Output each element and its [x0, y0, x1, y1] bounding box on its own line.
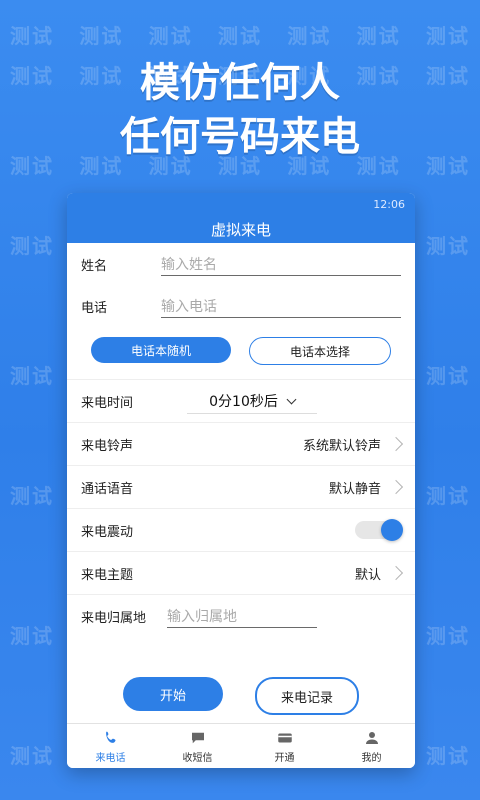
call-time-value: 0分10秒后	[209, 394, 278, 410]
phone-label: 电话	[81, 300, 108, 316]
status-time: 12:06	[373, 197, 405, 211]
phone-input[interactable]: 输入电话	[161, 295, 401, 318]
chevron-right-icon	[388, 565, 404, 581]
call-time-row[interactable]: 来电时间 0分10秒后	[67, 379, 415, 422]
app-title: 虚拟来电	[210, 220, 271, 239]
chat-bubble-icon	[191, 732, 204, 743]
chevron-right-icon	[388, 479, 404, 495]
chevron-down-icon	[286, 394, 297, 405]
user-icon	[365, 731, 378, 744]
voice-label: 通话语音	[81, 481, 134, 497]
tab-activate[interactable]: 开通	[241, 724, 328, 768]
select-contact-button[interactable]: 电话本选择	[249, 337, 391, 365]
call-time-dropdown[interactable]: 0分10秒后	[187, 389, 317, 414]
tab-me-label: 我的	[361, 752, 382, 764]
call-history-button[interactable]: 来电记录	[255, 677, 359, 715]
chevron-right-icon	[388, 436, 404, 452]
app-screen: 12:06 虚拟来电 姓名 输入姓名 电话 输入电话 电话本随机 电话本选择 来…	[67, 193, 415, 768]
ringtone-value: 系统默认铃声	[302, 438, 381, 454]
tab-activate-label: 开通	[274, 752, 295, 764]
promo-headline: 模仿任何人 任何号码来电	[0, 60, 480, 160]
action-buttons: 开始 来电记录	[67, 677, 415, 715]
contact-buttons: 电话本随机 电话本选择	[67, 327, 415, 375]
theme-value: 默认	[354, 567, 381, 583]
tab-call[interactable]: 来电话	[67, 724, 154, 768]
name-label: 姓名	[81, 258, 108, 274]
tab-sms[interactable]: 收短信	[154, 724, 241, 768]
caller-form: 姓名 输入姓名 电话 输入电话 电话本随机 电话本选择 来电时间 0分10秒后 …	[67, 243, 415, 715]
location-input[interactable]: 输入归属地	[167, 605, 317, 628]
status-bar: 12:06	[67, 193, 415, 215]
name-input[interactable]: 输入姓名	[161, 253, 401, 276]
ringtone-label: 来电铃声	[81, 438, 134, 454]
random-contact-button[interactable]: 电话本随机	[91, 337, 231, 363]
ringtone-row[interactable]: 来电铃声 系统默认铃声	[67, 422, 415, 465]
card-icon	[277, 733, 292, 742]
vibration-toggle[interactable]	[355, 519, 403, 541]
phone-field-row: 电话 输入电话	[67, 285, 415, 327]
voice-row[interactable]: 通话语音 默认静音	[67, 465, 415, 508]
location-label: 来电归属地	[81, 610, 147, 626]
toggle-knob	[381, 519, 403, 541]
headline-line-1: 模仿任何人	[140, 60, 340, 106]
name-field-row: 姓名 输入姓名	[67, 243, 415, 285]
voice-value: 默认静音	[328, 481, 381, 497]
tab-call-label: 来电话	[95, 752, 126, 764]
settings-list: 来电时间 0分10秒后 来电铃声 系统默认铃声 通话语音 默认静音 来电震动 来…	[67, 379, 415, 637]
tab-sms-label: 收短信	[182, 752, 213, 764]
tab-bar: 来电话 收短信 开通 我的	[67, 723, 415, 768]
vibration-row: 来电震动	[67, 508, 415, 551]
app-title-bar: 虚拟来电	[67, 215, 415, 243]
phone-icon	[105, 731, 115, 743]
vibration-label: 来电震动	[81, 524, 134, 540]
start-button[interactable]: 开始	[123, 677, 223, 711]
location-row: 来电归属地 输入归属地	[67, 594, 415, 637]
theme-label: 来电主题	[81, 567, 134, 583]
call-time-label: 来电时间	[81, 395, 134, 411]
headline-line-2: 任何号码来电	[120, 114, 360, 160]
theme-row[interactable]: 来电主题 默认	[67, 551, 415, 594]
tab-me[interactable]: 我的	[328, 724, 415, 768]
